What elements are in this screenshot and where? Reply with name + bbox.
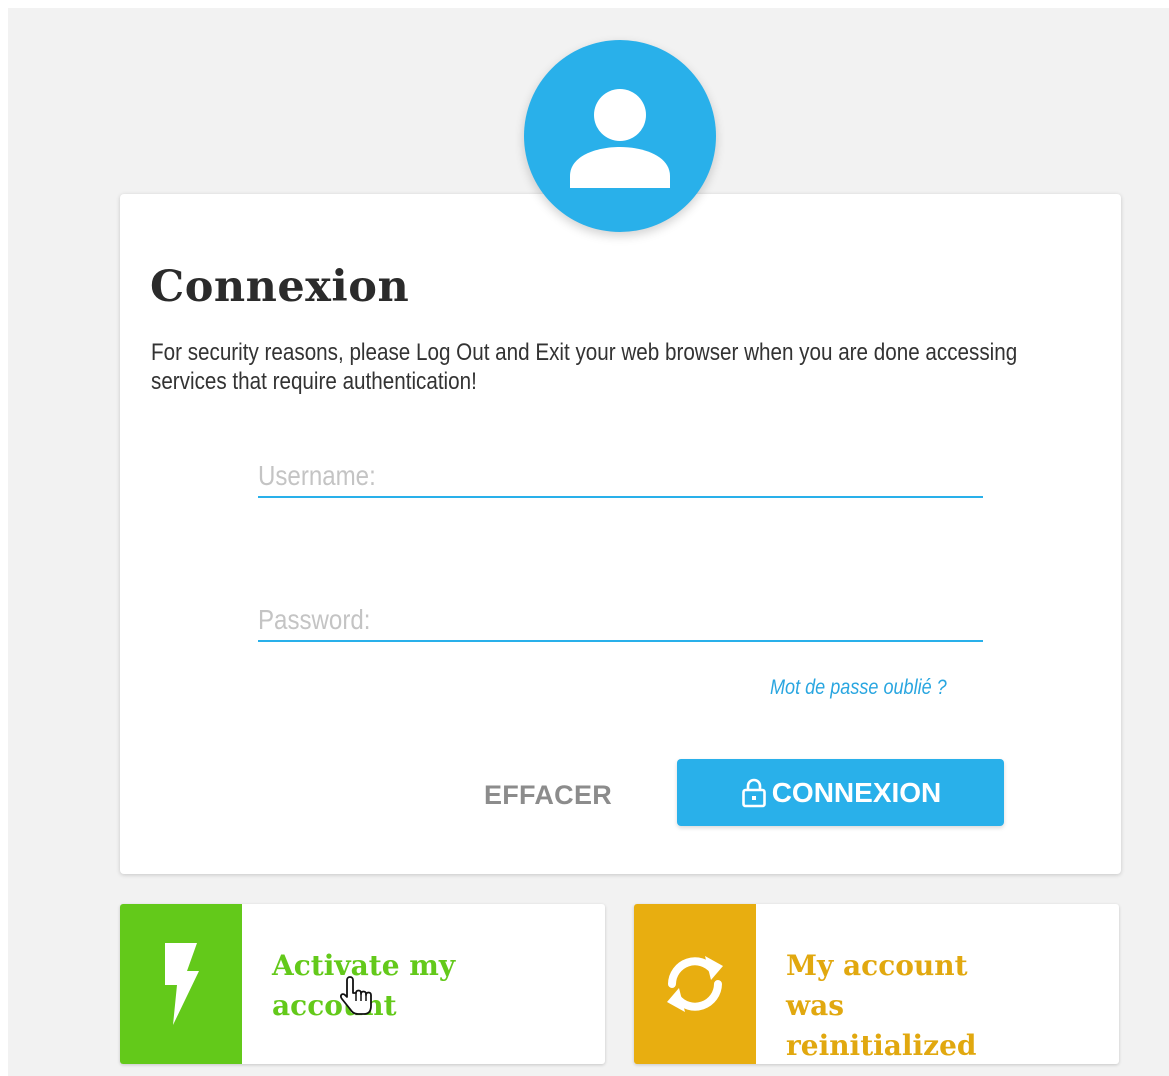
page-title: Connexion [150, 262, 410, 312]
lightning-bolt-icon [165, 943, 199, 1025]
activate-icon-box [120, 904, 242, 1064]
activate-account-label: Activate my account [272, 949, 456, 1022]
username-input[interactable] [258, 460, 882, 492]
login-button[interactable]: CONNEXION [677, 759, 1004, 826]
security-notice: For security reasons, please Log Out and… [151, 339, 1018, 395]
password-input[interactable] [258, 604, 882, 636]
clear-button[interactable]: EFFACER [458, 762, 638, 828]
lock-icon [740, 777, 768, 809]
login-card: Connexion For security reasons, please L… [120, 194, 1121, 874]
account-reinitialized-label: My account was reinitialized [786, 949, 977, 1062]
password-field [258, 596, 983, 642]
refresh-icon [667, 956, 723, 1012]
activate-account-tile[interactable]: Activate my account [120, 904, 605, 1064]
reset-icon-box [634, 904, 756, 1064]
forgot-password-link[interactable]: Mot de passe oublié ? [770, 676, 947, 700]
user-icon [570, 89, 670, 188]
username-field [258, 452, 983, 498]
login-button-label: CONNEXION [771, 776, 942, 808]
avatar [524, 40, 716, 232]
account-reinitialized-tile[interactable]: My account was reinitialized [634, 904, 1119, 1064]
